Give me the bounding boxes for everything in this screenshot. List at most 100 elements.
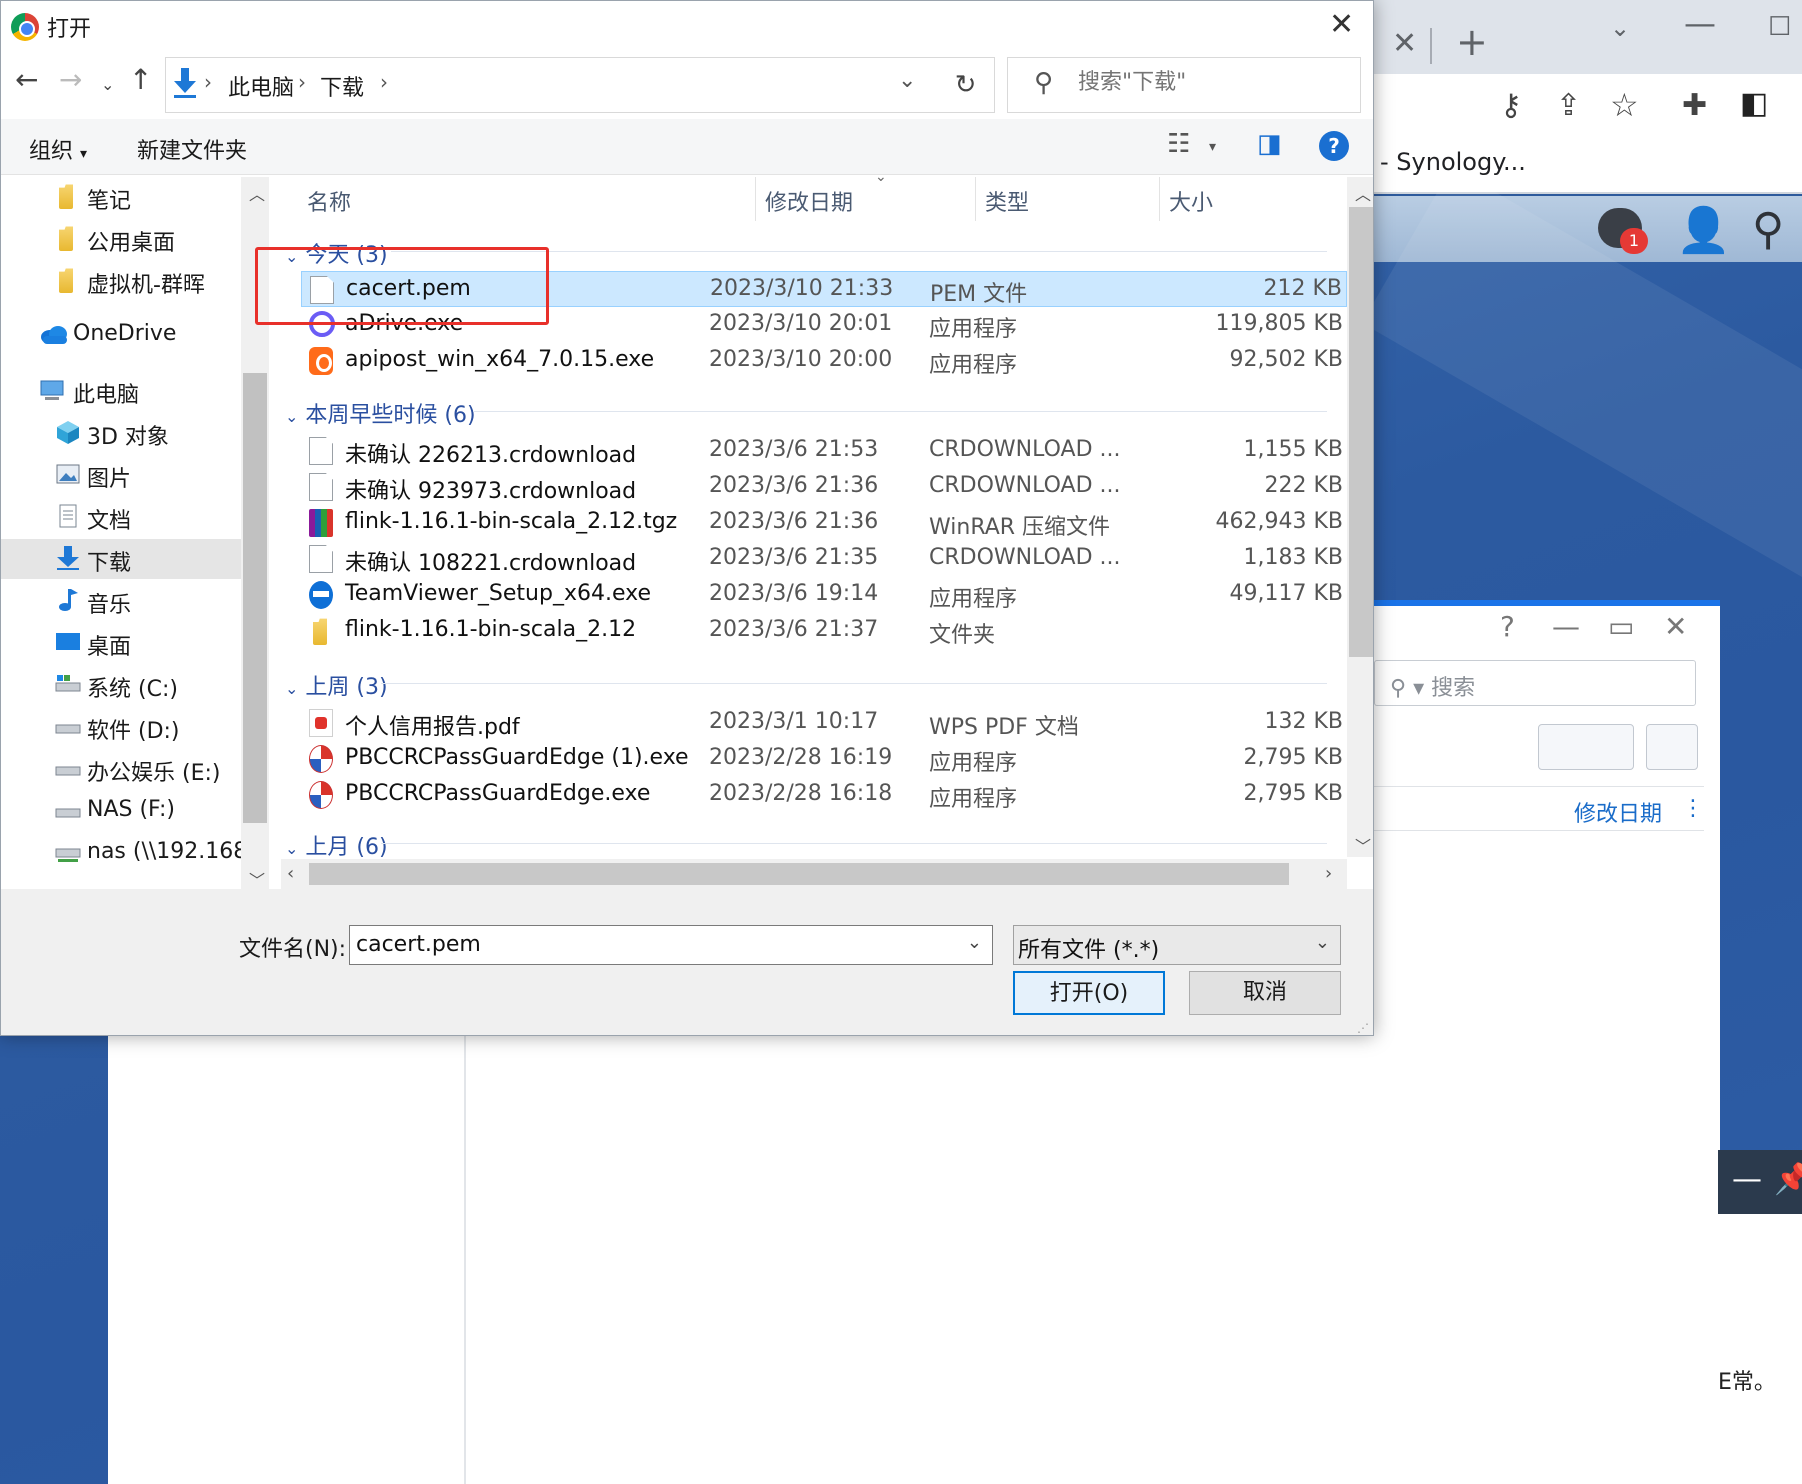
- file-row[interactable]: PBCCRCPassGuardEdge.exe 2023/2/28 16:18 …: [301, 777, 1347, 813]
- search-icon[interactable]: ⚲: [1752, 204, 1784, 255]
- group-header-last-month[interactable]: ⌄ 上月 (6): [285, 829, 388, 861]
- file-row[interactable]: 未确认 108221.crdownload 2023/3/6 21:35 CRD…: [301, 541, 1347, 577]
- sidebar-item-vm-synology[interactable]: 虚拟机-群晖: [1, 261, 241, 301]
- minimize-icon[interactable]: —: [1684, 4, 1716, 42]
- breadcrumb-separator[interactable]: ›: [204, 70, 212, 94]
- scrollbar-thumb[interactable]: [1349, 207, 1373, 657]
- file-row[interactable]: apipost_win_x64_7.0.15.exe 2023/3/10 20:…: [301, 343, 1347, 379]
- key-icon[interactable]: ⚷: [1500, 88, 1522, 123]
- chevron-down-icon[interactable]: ⌄: [967, 932, 982, 953]
- search-input[interactable]: [1078, 70, 1348, 95]
- sidebar-item-public-desktop[interactable]: 公用桌面: [1, 219, 241, 259]
- chevron-down-icon[interactable]: ﹀: [1355, 833, 1371, 857]
- file-row[interactable]: PBCCRCPassGuardEdge (1).exe 2023/2/28 16…: [301, 741, 1347, 777]
- sidebar-item-notes[interactable]: 笔记: [1, 177, 241, 217]
- sort-button[interactable]: [1646, 724, 1698, 770]
- side-panel-icon[interactable]: ◧: [1740, 86, 1768, 121]
- sidebar-item-desktop[interactable]: 桌面: [1, 623, 241, 663]
- column-header-size[interactable]: 大小: [1169, 185, 1213, 217]
- help-icon[interactable]: ?: [1319, 131, 1349, 161]
- file-row[interactable]: flink-1.16.1-bin-scala_2.12.tgz 2023/3/6…: [301, 505, 1347, 541]
- address-bar[interactable]: › 此电脑 › 下载 › ⌄: [165, 57, 995, 113]
- synology-column-date[interactable]: 修改日期: [1574, 796, 1662, 828]
- column-header-type[interactable]: 类型: [985, 185, 1029, 217]
- maximize-icon[interactable]: ☐: [1768, 12, 1791, 42]
- sidebar-item-onedrive[interactable]: OneDrive: [1, 315, 241, 355]
- file-list-horizontal-scrollbar[interactable]: ‹ ›: [281, 859, 1347, 889]
- open-button[interactable]: 打开(O): [1013, 971, 1165, 1015]
- more-icon[interactable]: ⋮: [1682, 796, 1704, 821]
- scrollbar-thumb[interactable]: [243, 373, 267, 823]
- extensions-icon[interactable]: ✚: [1682, 88, 1707, 123]
- file-list-vertical-scrollbar[interactable]: ︿ ﹀: [1347, 177, 1373, 857]
- user-icon[interactable]: 👤: [1676, 204, 1731, 256]
- refresh-button[interactable]: ↻: [937, 57, 995, 113]
- chevron-down-icon[interactable]: ﹀: [249, 867, 265, 891]
- up-icon[interactable]: ↑: [129, 63, 152, 96]
- new-tab-icon[interactable]: +: [1456, 20, 1488, 64]
- sidebar-item-pictures[interactable]: 图片: [1, 455, 241, 495]
- sidebar-item-this-pc[interactable]: 此电脑: [1, 371, 241, 411]
- sidebar-item-documents[interactable]: 文档: [1, 497, 241, 537]
- help-icon[interactable]: ?: [1500, 610, 1515, 643]
- star-icon[interactable]: ☆: [1610, 86, 1639, 124]
- forward-icon[interactable]: →: [59, 63, 82, 96]
- sidebar-scrollbar[interactable]: ︿ ﹀: [241, 177, 269, 891]
- file-row[interactable]: 未确认 923973.crdownload 2023/3/6 21:36 CRD…: [301, 469, 1347, 505]
- sidebar-item-drive-f[interactable]: NAS (F:): [1, 791, 241, 831]
- chevron-left-icon[interactable]: ‹: [287, 863, 294, 884]
- filename-input[interactable]: [356, 932, 946, 957]
- column-header-name[interactable]: 名称: [307, 185, 351, 217]
- file-row[interactable]: cacert.pem 2023/3/10 21:33 PEM 文件 212 KB: [301, 271, 1347, 307]
- group-header-earlier-this-week[interactable]: ⌄ 本周早些时候 (6): [285, 397, 476, 429]
- group-header-today[interactable]: ⌄ 今天 (3): [285, 237, 388, 269]
- close-icon[interactable]: ✕: [1329, 7, 1354, 42]
- sidebar-item-downloads[interactable]: 下载: [1, 539, 241, 579]
- organize-button[interactable]: 组织 ▾: [29, 133, 87, 165]
- chevron-up-icon[interactable]: ︿: [249, 181, 265, 205]
- breadcrumb-separator[interactable]: ›: [380, 70, 388, 94]
- cancel-button[interactable]: 取消: [1189, 971, 1341, 1015]
- group-header-last-week[interactable]: ⌄ 上周 (3): [285, 669, 388, 701]
- sidebar-item-drive-e[interactable]: 办公娱乐 (E:): [1, 749, 241, 789]
- sidebar-item-drive-d[interactable]: 软件 (D:): [1, 707, 241, 747]
- file-row[interactable]: TeamViewer_Setup_x64.exe 2023/3/6 19:14 …: [301, 577, 1347, 613]
- file-row[interactable]: flink-1.16.1-bin-scala_2.12 2023/3/6 21:…: [301, 613, 1347, 649]
- sidebar-item-music[interactable]: 音乐: [1, 581, 241, 621]
- file-type-filter[interactable]: 所有文件 (*.*) ⌄: [1013, 925, 1341, 965]
- file-row[interactable]: 个人信用报告.pdf 2023/3/1 10:17 WPS PDF 文档 132…: [301, 705, 1347, 741]
- search-box[interactable]: ⚲: [1007, 57, 1361, 113]
- maximize-icon[interactable]: ▭: [1608, 610, 1634, 643]
- chevron-down-icon[interactable]: ⌄: [1315, 932, 1330, 953]
- view-mode-button[interactable]: [1538, 724, 1634, 770]
- resize-grip-icon[interactable]: ⋰: [1357, 1021, 1369, 1035]
- chevron-down-icon[interactable]: ▾: [1209, 139, 1216, 155]
- breadcrumb-downloads[interactable]: 下载: [320, 70, 364, 102]
- chevron-down-icon[interactable]: ⌄: [1610, 14, 1630, 42]
- preview-pane-icon[interactable]: ◨: [1257, 129, 1282, 159]
- column-header-date[interactable]: 修改日期: [765, 185, 853, 217]
- file-row[interactable]: 未确认 226213.crdownload 2023/3/6 21:53 CRD…: [301, 433, 1347, 469]
- sidebar-item-3d-objects[interactable]: 3D 对象: [1, 413, 241, 453]
- minimize-icon[interactable]: —: [1552, 610, 1580, 643]
- share-icon[interactable]: ⇪: [1556, 88, 1581, 123]
- scrollbar-thumb[interactable]: [309, 863, 1289, 885]
- column-divider[interactable]: [1159, 177, 1160, 221]
- sidebar-item-drive-c[interactable]: 系统 (C:): [1, 665, 241, 705]
- close-icon[interactable]: ✕: [1664, 610, 1687, 643]
- file-row[interactable]: aDrive.exe 2023/3/10 20:01 应用程序 119,805 …: [301, 307, 1347, 343]
- view-details-icon[interactable]: ☷: [1167, 129, 1190, 159]
- new-folder-button[interactable]: 新建文件夹: [137, 133, 247, 165]
- column-divider[interactable]: [975, 177, 976, 221]
- tab-close-icon[interactable]: ✕: [1392, 26, 1417, 61]
- minimize-icon[interactable]: —: [1732, 1162, 1762, 1197]
- chevron-down-icon[interactable]: ⌄: [898, 68, 916, 93]
- back-icon[interactable]: ←: [15, 63, 38, 96]
- sidebar-item-network-drive[interactable]: nas (\\192.168.3: [1, 833, 268, 873]
- breadcrumb-separator[interactable]: ›: [298, 70, 306, 94]
- filename-combobox[interactable]: ⌄: [349, 925, 993, 965]
- column-divider[interactable]: [755, 177, 756, 221]
- chevron-up-icon[interactable]: ︿: [1355, 181, 1371, 205]
- chevron-right-icon[interactable]: ›: [1325, 863, 1332, 884]
- breadcrumb-this-pc[interactable]: 此电脑: [228, 70, 294, 102]
